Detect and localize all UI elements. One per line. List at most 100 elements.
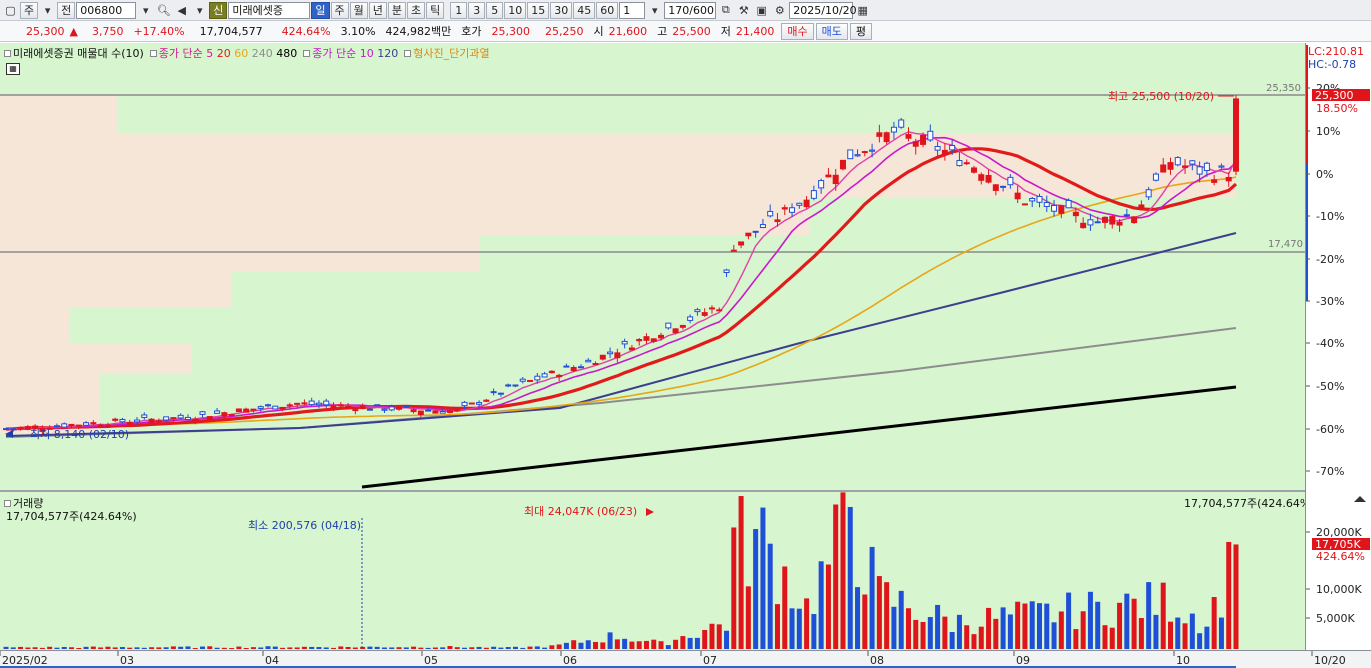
volume-bar	[673, 639, 679, 649]
interval-10[interactable]: 10	[504, 1, 527, 19]
candle-body	[1109, 216, 1116, 225]
price-axis-scale: LC:210.81HC:-0.7820%10%0%-10%-20%-30%-40…	[1306, 45, 1370, 625]
candle-body	[650, 338, 657, 342]
interval-45[interactable]: 45	[573, 1, 596, 19]
volume-bar	[141, 647, 147, 649]
evaluate-button[interactable]: 평	[849, 22, 873, 40]
candle-body	[112, 418, 119, 421]
legend-ma-short[interactable]: 종가 단순 5 20 60 240 480	[149, 45, 297, 61]
candle-body	[519, 378, 526, 382]
interval-3[interactable]: 3	[468, 1, 486, 19]
candle-body	[148, 418, 155, 424]
volume-bar	[1022, 603, 1028, 649]
volume-bar	[1007, 614, 1013, 649]
price-tick-label: -40%	[1316, 337, 1344, 350]
candle-body	[774, 219, 781, 223]
sell-button[interactable]: 매도	[815, 22, 848, 40]
candle-body	[956, 160, 963, 167]
volume-bar	[411, 646, 417, 649]
data-count-field[interactable]: 170/600	[664, 1, 717, 19]
stock-name-field[interactable]: 미래에셋증	[228, 1, 311, 19]
period-day[interactable]: 일	[311, 1, 330, 19]
tool-icon[interactable]: ⚒	[735, 2, 752, 19]
open-label: 시	[593, 25, 604, 38]
candle-body	[366, 408, 373, 411]
interval-15[interactable]: 15	[527, 1, 550, 19]
interval-1[interactable]: 1	[450, 1, 468, 19]
legend-ma-long[interactable]: 종가 단순 10 120	[303, 45, 398, 61]
candle-body	[1167, 162, 1174, 170]
gear-icon[interactable]: ⚙	[771, 2, 788, 19]
candle-body	[119, 418, 126, 423]
interval-5[interactable]: 5	[486, 1, 504, 19]
date-field[interactable]: 2025/10/20	[789, 1, 857, 19]
candle-body	[1152, 173, 1159, 181]
volume-bar	[25, 647, 31, 649]
period-minute[interactable]: 분	[387, 1, 406, 19]
open-price: 21,600	[608, 24, 648, 38]
scroll-up-icon	[1354, 496, 1366, 502]
legend-signal[interactable]: 형사진_단기과열	[404, 45, 490, 61]
candle-body	[446, 410, 453, 413]
candle-body	[1218, 165, 1225, 168]
candle-body	[985, 174, 992, 183]
candle-body	[104, 424, 111, 427]
volume-bar	[3, 646, 9, 649]
volume-bar	[1182, 623, 1188, 649]
period-month[interactable]: 월	[349, 1, 368, 19]
candle-body	[861, 151, 868, 154]
volume-bar	[920, 621, 926, 649]
candle-body	[323, 400, 330, 406]
market-select[interactable]: 주	[20, 1, 39, 19]
candle-body	[541, 373, 548, 378]
price-axis[interactable]: LC:210.81 HC:-0.78 20% 10% 0% -10% -20% -30% -40…	[1305, 43, 1371, 650]
volume-bar	[862, 594, 868, 649]
volume-chart-pane[interactable]: 최소 200,576 (04/18) 최대 24,047K (06/23) 거래량…	[0, 492, 1305, 650]
candle-body	[315, 402, 322, 406]
chevron-down-icon[interactable]: ▾	[137, 2, 154, 19]
date-axis-scale: 2025/02 03 04 05 06 07 08 09 10 10/20	[0, 651, 1346, 668]
calendar-icon[interactable]: ▦	[854, 2, 871, 19]
volume-bar	[789, 608, 795, 649]
stock-code-input[interactable]: 006800	[76, 1, 137, 19]
legend-main[interactable]: 미래에셋증권 매물대 수(10)	[4, 45, 144, 61]
multiplier-input[interactable]: 1	[619, 1, 646, 19]
low-label: 저	[720, 25, 731, 38]
candle-body	[1080, 222, 1087, 229]
save-icon[interactable]: ▣	[753, 2, 770, 19]
window-icon[interactable]: ▢	[2, 2, 19, 19]
chevron-down-icon[interactable]: ▾	[646, 2, 663, 19]
interval-60[interactable]: 60	[596, 1, 619, 19]
price-tick-label: 10%	[1316, 125, 1340, 138]
link-icon[interactable]: ⧉	[717, 2, 734, 19]
volume-bar	[229, 648, 235, 649]
candle-body	[294, 402, 301, 405]
date-axis[interactable]: 2025/02 03 04 05 06 07 08 09 10 10/20	[0, 650, 1371, 668]
speaker-icon[interactable]: ◀	[173, 2, 190, 19]
candle-body	[621, 340, 628, 345]
volume-bar	[716, 624, 722, 649]
candle-body	[192, 418, 199, 423]
prev-button[interactable]: 전	[57, 1, 76, 19]
price-chart-pane[interactable]: 최고 25,500 (10/20) 최저 8,140 (02/10) 25,350 1…	[0, 43, 1305, 491]
candle-body	[337, 404, 344, 407]
calculator-icon[interactable]: ▦	[6, 63, 20, 75]
period-second[interactable]: 초	[407, 1, 426, 19]
buy-button[interactable]: 매수	[781, 22, 814, 40]
interval-30[interactable]: 30	[550, 1, 573, 19]
current-price-label: 25,300	[1315, 89, 1354, 102]
period-year[interactable]: 년	[368, 1, 387, 19]
volume-bar	[280, 647, 286, 649]
search-icon[interactable]: 🔍︎	[155, 2, 172, 19]
candle-body	[912, 141, 919, 147]
chevron-down-icon[interactable]: ▾	[39, 2, 56, 19]
period-tick[interactable]: 틱	[426, 1, 445, 19]
chevron-down-icon[interactable]: ▾	[191, 2, 208, 19]
volume-bar	[1102, 625, 1108, 649]
volume-bar	[476, 646, 482, 649]
high-label: 고	[657, 25, 668, 38]
candle-body	[781, 207, 788, 210]
volume-bar	[993, 618, 999, 649]
volume-bar	[760, 507, 766, 649]
period-week[interactable]: 주	[330, 1, 349, 19]
